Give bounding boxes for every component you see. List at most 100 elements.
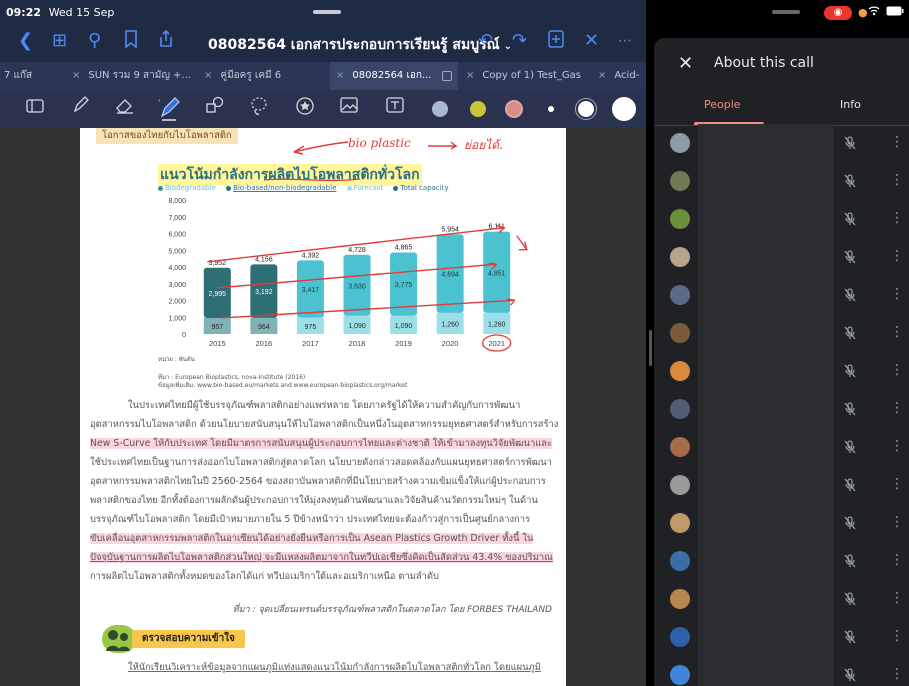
tab-active-document[interactable]: × 08082564 เอก...	[330, 62, 458, 90]
more-options-icon[interactable]: ⋮	[890, 590, 904, 606]
more-options-icon[interactable]: ⋮	[890, 362, 904, 378]
tab-teacher-manual[interactable]: × คู่มือครู เคมี 6	[204, 62, 324, 90]
participant-row[interactable]: ⋮	[654, 276, 909, 314]
multitask-handle[interactable]	[772, 10, 800, 14]
more-options-icon[interactable]: ⋮	[890, 134, 904, 150]
more-options-icon[interactable]: ⋮	[890, 324, 904, 340]
more-options-icon[interactable]: ⋮	[890, 286, 904, 302]
pen-icon[interactable]	[68, 96, 94, 122]
close-tab-icon[interactable]: ×	[72, 70, 80, 81]
participant-name-redacted	[698, 580, 834, 618]
elements-star-icon[interactable]	[292, 96, 318, 122]
tab-copy-test-gas[interactable]: × Copy of 1) Test_Gas	[466, 62, 598, 90]
participant-row[interactable]: ⋮	[654, 504, 909, 542]
redo-icon[interactable]: ↷	[512, 30, 527, 52]
more-options-icon[interactable]: ⋮	[890, 400, 904, 416]
document-title[interactable]: 08082564 เอกสารประกอบการเรียนรู้ สมบูรณ์…	[208, 34, 512, 56]
chevron-down-icon: ⌄	[503, 41, 512, 52]
screen-record-icon[interactable]: ◉	[824, 6, 852, 20]
read-mode-icon[interactable]	[22, 96, 48, 122]
close-tab-icon[interactable]: ×	[336, 70, 344, 81]
avatar	[670, 133, 690, 153]
avatar	[670, 551, 690, 571]
screen: 09:22 Wed 15 Sep ❮ ⊞ ⚲ 08082564 เอกสารปร…	[0, 0, 909, 686]
stroke-size-large[interactable]	[612, 97, 636, 121]
participant-row[interactable]: ⋮	[654, 162, 909, 200]
add-page-icon[interactable]	[548, 30, 564, 54]
tab-info[interactable]: Info	[840, 98, 861, 111]
highlighter-icon[interactable]	[156, 96, 182, 122]
split-divider[interactable]	[646, 0, 654, 686]
participant-row[interactable]: ⋮	[654, 314, 909, 352]
close-tab-icon[interactable]: ×	[204, 70, 212, 81]
data-label-biodegradable: 1,260	[441, 321, 459, 328]
participant-row[interactable]: ⋮	[654, 580, 909, 618]
more-options-icon[interactable]: ⋮	[890, 248, 904, 264]
grid-icon[interactable]: ⊞	[52, 30, 67, 52]
para-line-highlight: ปัจจุบันฐานการผลิตไบโอพลาสติกส่วนใหญ่ จะ…	[90, 548, 560, 567]
participant-row[interactable]: ⋮	[654, 124, 909, 162]
stroke-size-small[interactable]	[548, 106, 554, 112]
search-icon[interactable]: ⚲	[88, 30, 101, 52]
multitask-handle[interactable]	[313, 10, 341, 14]
more-options-icon[interactable]: ⋮	[890, 476, 904, 492]
more-options-icon[interactable]: ⋮	[890, 438, 904, 454]
shapes-icon[interactable]	[202, 96, 228, 122]
more-icon[interactable]: ⋯	[618, 30, 632, 52]
color-swatch-pink-selected[interactable]	[505, 100, 523, 118]
participant-row[interactable]: ⋮	[654, 200, 909, 238]
text-box-icon[interactable]	[382, 96, 408, 122]
color-swatch-gray[interactable]	[432, 101, 448, 117]
stroke-size-medium[interactable]	[576, 99, 596, 119]
more-options-icon[interactable]: ⋮	[890, 514, 904, 530]
handwritten-note-degradable: ย่อยได้.	[464, 138, 503, 152]
split-view-icon[interactable]	[442, 71, 452, 81]
more-options-icon[interactable]: ⋮	[890, 666, 904, 682]
participant-name-redacted	[698, 466, 834, 504]
more-options-icon[interactable]: ⋮	[890, 172, 904, 188]
close-icon[interactable]: ✕	[584, 30, 599, 52]
image-icon[interactable]	[336, 96, 362, 122]
para-line: บรรจุภัณฑ์ไบโอพลาสติก โดยมีเป้าหมายภายใน…	[90, 514, 531, 525]
mic-off-icon	[844, 326, 856, 340]
divider-grip[interactable]	[649, 330, 652, 366]
avatar	[670, 399, 690, 419]
para-line: ในประเทศไทยมีผู้ใช้บรรจุภัณฑ์พลาสติกอย่า…	[128, 400, 521, 411]
data-label-biodegradable: 964	[258, 324, 270, 331]
participant-row[interactable]: ⋮	[654, 618, 909, 656]
more-options-icon[interactable]: ⋮	[890, 628, 904, 644]
participant-row[interactable]: ⋮	[654, 428, 909, 466]
tab-label: Copy of 1) Test_Gas	[482, 70, 581, 81]
tab-sun[interactable]: × SUN รวม 9 สามัญ +...	[72, 62, 200, 90]
mic-off-icon	[844, 250, 856, 264]
participant-row[interactable]: ⋮	[654, 238, 909, 276]
document-canvas[interactable]: โอกาสของไทยกับไบโอพลาสติก bio plastic ย่…	[0, 128, 646, 686]
y-tick-label: 2,000	[168, 299, 186, 306]
close-tab-icon[interactable]: ×	[598, 70, 606, 81]
eraser-icon[interactable]	[112, 96, 138, 122]
data-label-bio-based: 3,192	[255, 289, 273, 296]
participant-row[interactable]: ⋮	[654, 542, 909, 580]
participant-row[interactable]: ⋮	[654, 656, 909, 686]
participant-row[interactable]: ⋮	[654, 352, 909, 390]
lasso-icon[interactable]	[246, 96, 272, 122]
share-icon[interactable]	[158, 29, 174, 54]
back-chevron-icon[interactable]: ❮	[18, 30, 33, 52]
legend-dot	[226, 185, 232, 191]
x-tick-label: 2018	[349, 339, 366, 348]
y-tick-label: 8,000	[168, 198, 186, 205]
color-swatch-yellow[interactable]	[470, 101, 486, 117]
participant-row[interactable]: ⋮	[654, 390, 909, 428]
tab-people[interactable]: People	[704, 98, 741, 111]
tab-acid[interactable]: × Acid-	[598, 62, 646, 90]
participant-name-redacted	[698, 428, 834, 466]
tab-7-gas[interactable]: 7 แก๊ส	[4, 62, 64, 90]
more-options-icon[interactable]: ⋮	[890, 552, 904, 568]
bookmark-icon[interactable]	[124, 30, 138, 54]
handwritten-underline-icon	[263, 178, 361, 182]
participant-row[interactable]: ⋮	[654, 466, 909, 504]
more-options-icon[interactable]: ⋮	[890, 210, 904, 226]
close-icon[interactable]: ✕	[678, 53, 693, 74]
undo-icon[interactable]: ↶	[478, 30, 493, 52]
close-tab-icon[interactable]: ×	[466, 70, 474, 81]
